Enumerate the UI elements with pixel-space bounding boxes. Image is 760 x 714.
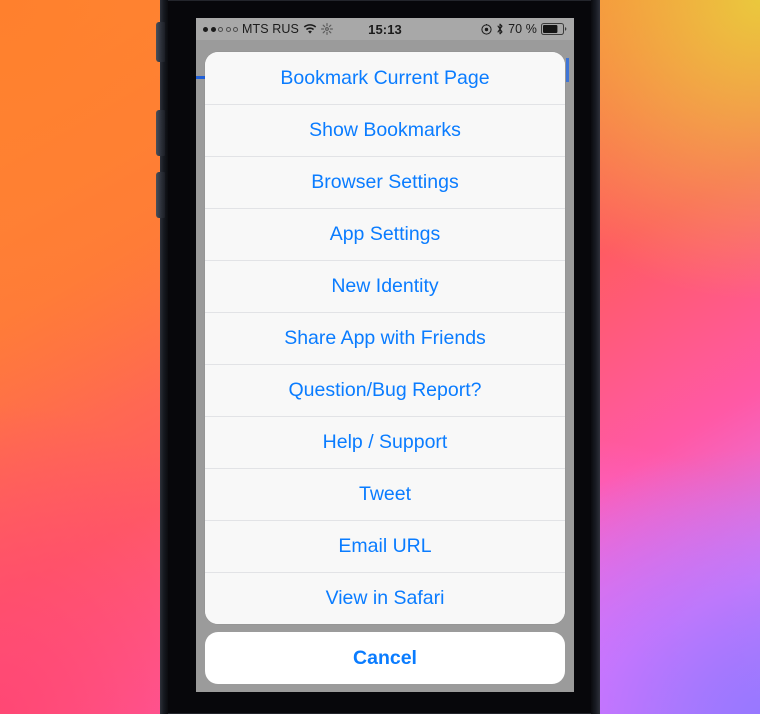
status-bar: MTS RUS 15:13 70 % xyxy=(196,18,574,40)
status-bar-right: 70 % xyxy=(385,22,567,36)
action-item-browser-settings[interactable]: Browser Settings xyxy=(205,156,565,208)
cancel-button[interactable]: Cancel xyxy=(205,632,565,684)
action-item-email-url[interactable]: Email URL xyxy=(205,520,565,572)
location-services-icon xyxy=(481,23,492,35)
carrier-label: MTS RUS xyxy=(242,22,299,36)
action-item-share-app-with-friends[interactable]: Share App with Friends xyxy=(205,312,565,364)
battery-icon xyxy=(541,23,567,35)
page-load-progress-accent xyxy=(566,58,569,82)
sync-spinner-icon xyxy=(320,23,333,35)
volume-up-button[interactable] xyxy=(156,110,165,156)
volume-down-button[interactable] xyxy=(156,172,165,218)
action-item-help-support[interactable]: Help / Support xyxy=(205,416,565,468)
wifi-icon xyxy=(303,23,317,35)
iphone-device: MTS RUS 15:13 70 % Bookmark Current Page… xyxy=(156,0,600,714)
action-item-new-identity[interactable]: New Identity xyxy=(205,260,565,312)
status-bar-left: MTS RUS xyxy=(203,22,385,36)
action-item-tweet[interactable]: Tweet xyxy=(205,468,565,520)
action-sheet-option-group: Bookmark Current Page Show Bookmarks Bro… xyxy=(205,52,565,624)
action-item-app-settings[interactable]: App Settings xyxy=(205,208,565,260)
silent-switch-button[interactable] xyxy=(156,22,165,62)
cellular-signal-dots-icon xyxy=(203,26,238,32)
phone-left-frame xyxy=(160,0,168,714)
phone-screen: MTS RUS 15:13 70 % Bookmark Current Page… xyxy=(196,18,574,692)
action-item-view-in-safari[interactable]: View in Safari xyxy=(205,572,565,624)
action-item-question-bug-report[interactable]: Question/Bug Report? xyxy=(205,364,565,416)
action-item-bookmark-current-page[interactable]: Bookmark Current Page xyxy=(205,52,565,104)
battery-percent-label: 70 % xyxy=(508,22,537,36)
action-sheet: Bookmark Current Page Show Bookmarks Bro… xyxy=(205,52,565,684)
action-item-show-bookmarks[interactable]: Show Bookmarks xyxy=(205,104,565,156)
bluetooth-icon xyxy=(496,23,504,35)
phone-right-frame xyxy=(591,0,600,714)
